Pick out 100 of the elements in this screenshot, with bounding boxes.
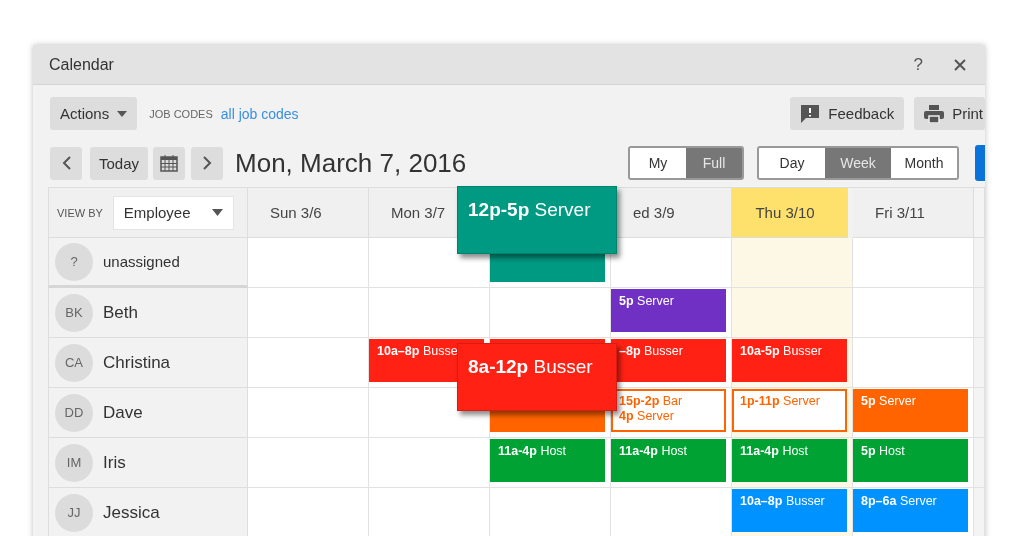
employee-cell[interactable]: ? unassigned <box>48 238 248 288</box>
shift-block[interactable]: 5p Server <box>611 289 726 332</box>
calendar-cell[interactable]: 5p Host <box>853 438 974 488</box>
employee-cell[interactable]: IM Iris <box>48 438 248 488</box>
caret-icon <box>211 209 223 216</box>
employee-name: Jessica <box>103 502 160 523</box>
calendar-cell[interactable] <box>248 238 369 288</box>
shift-block[interactable]: 11a-4p Host <box>611 439 726 482</box>
calendar-cell[interactable] <box>732 238 853 288</box>
calendar-cell[interactable] <box>853 288 974 338</box>
employee-name: Christina <box>103 352 171 373</box>
calendar-cell[interactable] <box>611 488 732 536</box>
shift-label: 5p Server <box>619 294 675 309</box>
window-title: Calendar <box>49 55 115 74</box>
view-by-select[interactable]: Employee <box>112 195 234 230</box>
shift-label: 15p-2p Bar <box>619 394 684 409</box>
calendar-cell[interactable] <box>248 288 369 338</box>
employee-cell[interactable]: CA Christina <box>48 338 248 388</box>
employee-cell[interactable]: BK Beth <box>48 288 248 338</box>
shift-block[interactable]: 11a-4p Host <box>732 439 847 482</box>
shift-block[interactable]: 10a-5p Busser <box>732 339 847 382</box>
avatar: BK <box>55 293 93 332</box>
employee-name: Beth <box>103 302 138 323</box>
calendar-cell[interactable] <box>369 488 490 536</box>
employee-name: Dave <box>103 402 143 423</box>
calendar-cell[interactable]: 15p-2p Bar 4p Server <box>611 388 732 438</box>
calendar-cell[interactable] <box>369 238 490 288</box>
calendar-cell[interactable] <box>369 438 490 488</box>
shift-label: 5p Server <box>861 394 917 409</box>
speech-bubble-icon <box>800 103 821 124</box>
close-icon[interactable] <box>953 57 967 72</box>
view-by-label: VIEW BY <box>57 206 103 219</box>
shift-preview-tooltip[interactable]: 8a-12p Busser <box>457 343 617 411</box>
shift-block[interactable]: 1p-11p Server <box>732 389 847 432</box>
shift-block[interactable]: –8p Busser <box>611 339 726 382</box>
previous-button[interactable] <box>50 146 82 180</box>
today-button[interactable]: Today <box>90 146 149 180</box>
help-button[interactable]: ? <box>913 54 923 75</box>
next-button[interactable] <box>191 146 224 180</box>
day-header[interactable]: Sun 3/6 <box>248 188 369 238</box>
avatar: CA <box>55 343 93 382</box>
view-range-option[interactable]: Week <box>825 148 891 178</box>
calendar-cell[interactable] <box>853 338 974 388</box>
shift-label: 5p Host <box>861 444 906 459</box>
avatar: JJ <box>55 493 93 532</box>
view-range-option[interactable]: Day <box>759 148 825 178</box>
calendar-cell[interactable] <box>732 288 853 338</box>
calendar-cell[interactable] <box>490 288 611 338</box>
calendar-cell[interactable]: 10a-5p Busser <box>732 338 853 388</box>
avatar: IM <box>55 443 93 482</box>
shift-label: 10a-5p Busser <box>740 344 823 359</box>
calendar-cell[interactable] <box>248 388 369 438</box>
date-picker-button[interactable] <box>153 146 186 180</box>
shift-label: 11a-4p Host <box>619 444 689 459</box>
day-header[interactable]: Thu 3/10 <box>732 188 848 238</box>
employee-cell[interactable]: JJ Jessica <box>48 488 248 536</box>
day-header[interactable]: Fri 3/11 <box>853 188 974 238</box>
print-button[interactable]: Print <box>914 97 985 130</box>
scope-toggle-option[interactable]: Full <box>686 148 742 178</box>
calendar-cell[interactable]: 11a-4p Host <box>490 438 611 488</box>
shift-block[interactable]: 5p Server <box>853 389 968 432</box>
calendar-icon <box>160 154 179 172</box>
shift-label: 10a–8p Busser <box>740 494 826 509</box>
view-range-option[interactable]: Month <box>891 148 957 178</box>
calendar-cell <box>974 438 985 488</box>
calendar-cell[interactable]: 11a-4p Host <box>611 438 732 488</box>
calendar-cell[interactable]: 5p Server <box>611 288 732 338</box>
calendar-cell[interactable]: 5p Server <box>853 388 974 438</box>
feedback-button[interactable]: Feedback <box>790 97 905 130</box>
shift-label: 10a–8p Busse <box>377 344 459 359</box>
shift-label: 11a-4p Host <box>740 444 810 459</box>
scope-toggle-option[interactable]: My <box>630 148 686 178</box>
employee-name: unassigned <box>103 253 180 270</box>
shift-preview-tooltip[interactable]: 12p-5p Server <box>457 186 617 254</box>
calendar-cell[interactable] <box>369 288 490 338</box>
calendar-cell[interactable] <box>248 338 369 388</box>
employee-name: Iris <box>103 452 126 473</box>
avatar: DD <box>55 393 93 432</box>
calendar-cell[interactable]: 1p-11p Server <box>732 388 853 438</box>
shift-label: –8p Busser <box>619 344 684 359</box>
chevron-right-icon <box>202 156 212 170</box>
calendar-cell[interactable] <box>611 238 732 288</box>
employee-cell[interactable]: DD Dave <box>48 388 248 438</box>
shift-block[interactable]: 15p-2p Bar 4p Server <box>611 389 726 432</box>
chevron-left-icon <box>61 156 71 170</box>
caret-icon <box>117 110 128 117</box>
calendar-cell[interactable] <box>853 238 974 288</box>
calendar-cell <box>974 288 985 338</box>
calendar-cell[interactable] <box>490 488 611 536</box>
calendar-cell[interactable]: 11a-4p Host <box>732 438 853 488</box>
calendar-cell[interactable] <box>248 488 369 536</box>
calendar-cell[interactable]: –8p Busser <box>611 338 732 388</box>
job-codes-link[interactable]: all job codes <box>220 105 299 122</box>
current-date: Mon, March 7, 2016 <box>235 147 467 179</box>
calendar-cell[interactable] <box>248 438 369 488</box>
avatar: ? <box>55 242 93 281</box>
calendar-cell <box>974 338 985 388</box>
actions-button[interactable]: Actions <box>50 97 138 130</box>
shift-block[interactable]: 5p Host <box>853 439 968 482</box>
shift-block[interactable]: 11a-4p Host <box>490 439 605 482</box>
